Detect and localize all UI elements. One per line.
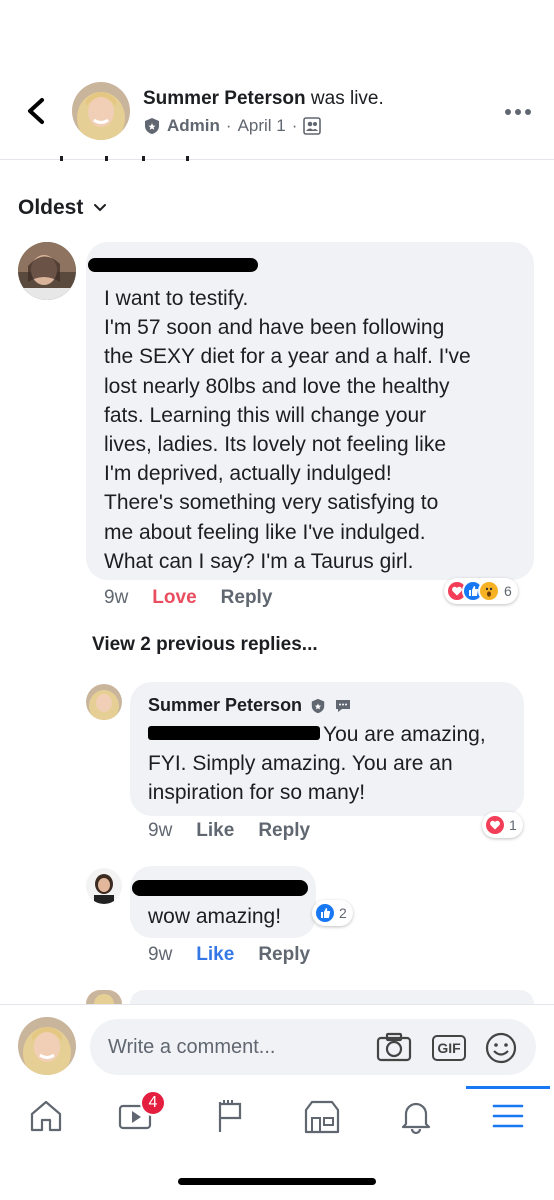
comment-line: the SEXY diet for a year and a half. I'v… [104,345,471,369]
comment-line: lives, ladies. Its lovely not feeling li… [104,433,446,457]
video-notification-badge: 4 [140,1090,166,1116]
wow-reaction-icon [478,580,500,602]
view-previous-replies-link[interactable]: View 2 previous replies... [92,634,318,656]
more-options-icon[interactable] [504,108,532,116]
like-button[interactable]: Like [196,820,234,842]
home-tab-icon[interactable] [26,1096,66,1136]
marketplace-tab-icon[interactable] [302,1096,342,1136]
gif-button[interactable]: GIF [432,1035,466,1061]
comment-sort-dropdown[interactable]: Oldest [18,196,107,220]
comment-line: What can I say? I'm a Taurus girl. [104,549,414,573]
admin-shield-icon [311,698,325,713]
back-chevron-icon[interactable] [22,96,50,126]
pages-flag-tab-icon[interactable] [210,1096,250,1136]
conversation-starter-icon [336,699,351,712]
admin-shield-icon [145,118,159,134]
love-reaction-icon [484,814,506,836]
reaction-count: 6 [504,583,512,599]
group-audience-icon [303,117,322,135]
chevron-down-icon [94,204,107,212]
comment-line: I'm deprived, actually indulged! [104,462,392,486]
reply-line: inspiration for so many! [148,781,366,804]
comment-timestamp: 9w [104,587,129,608]
like-reaction-icon [314,902,336,924]
reply-line: FYI. Simply amazing. You are an [148,752,453,775]
comment-text: I want to testify. I'm 57 soon and have … [104,284,524,576]
user-avatar[interactable] [18,1017,76,1075]
reply-author-avatar[interactable] [86,868,122,904]
post-header: Summer Peterson was live. Admin · April … [0,60,554,160]
notifications-bell-icon[interactable] [396,1096,436,1136]
redacted-name [132,880,308,896]
reaction-count: 1 [509,817,517,833]
comment-line: There's something very satisfying to [104,491,439,515]
author-name[interactable]: Summer Peterson [143,88,306,109]
bottom-tab-bar: 4 [0,1086,554,1146]
reaction-summary[interactable]: 2 [312,900,353,926]
reply-bubble[interactable] [130,990,534,1004]
menu-hamburger-icon[interactable] [488,1096,528,1136]
author-avatar[interactable] [72,82,130,140]
reaction-count: 2 [339,905,347,921]
meta-separator-2: · [291,116,298,135]
reaction-summary[interactable]: 6 [444,578,518,604]
comment-line: lost nearly 80lbs and love the healthy [104,374,450,398]
comment-line: me about feeling like I've indulged. [104,520,426,544]
reply-text: wow amazing! [148,905,282,928]
reply-button[interactable]: Reply [258,944,310,966]
reply-author-name[interactable]: Summer Peterson [148,695,302,716]
commenter-avatar[interactable] [18,242,76,300]
reply-line: You are amazing, [323,723,486,746]
love-button[interactable]: Love [152,587,196,609]
emoji-icon[interactable] [484,1031,518,1065]
sort-label: Oldest [18,196,84,219]
reply-text: You are amazing, FYI. Simply amazing. Yo… [148,720,520,807]
active-tab-indicator [466,1086,550,1089]
camera-icon[interactable] [376,1031,412,1063]
comment-composer: Write a comment... GIF [0,1004,554,1086]
meta-separator: · [225,116,232,135]
reply-button[interactable]: Reply [221,587,273,609]
author-title: Summer Peterson was live. [143,88,384,110]
comment-actions: 9w Love Reply [104,587,272,609]
redacted-name [88,258,258,272]
reply-actions: 9w Like Reply [148,820,310,842]
reply-button[interactable]: Reply [258,820,310,842]
reply-timestamp: 9w [148,820,173,841]
comment-placeholder: Write a comment... [108,1036,276,1058]
post-meta: Admin · April 1 · [143,116,322,136]
home-indicator[interactable] [178,1178,376,1185]
like-button[interactable]: Like [196,944,234,966]
post-date[interactable]: April 1 [238,116,286,136]
live-status: was live. [305,88,384,109]
reply-author-avatar[interactable] [86,684,122,720]
reply-author-avatar[interactable] [86,990,122,1004]
comment-line: I want to testify. [104,287,249,310]
comment-line: I'm 57 soon and have been following [104,316,445,340]
clipped-text-fragment [60,156,189,161]
comment-line: fats. Learning this will change your [104,403,427,427]
reaction-summary[interactable]: 1 [482,812,523,838]
admin-label: Admin [167,116,220,135]
reply-timestamp: 9w [148,944,173,965]
comment-input[interactable]: Write a comment... GIF [90,1019,536,1075]
reply-author: Summer Peterson [148,695,352,716]
reply-actions: 9w Like Reply [148,944,310,966]
